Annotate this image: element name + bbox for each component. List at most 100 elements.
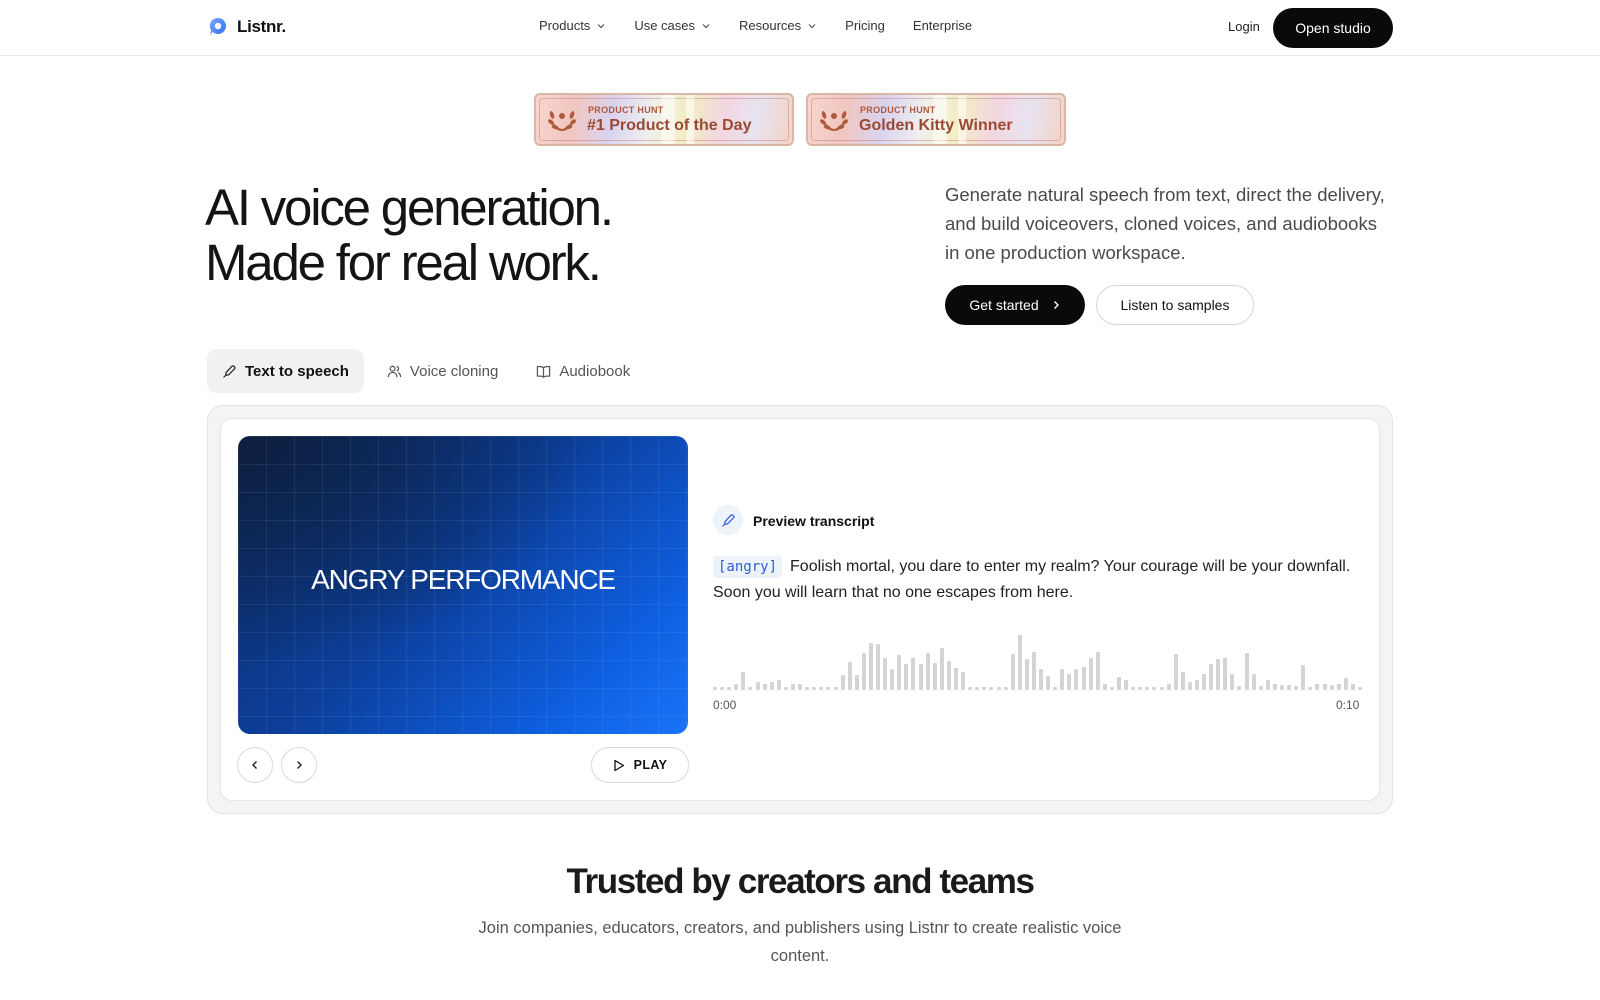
waveform-bar bbox=[883, 658, 888, 690]
tab-voice-cloning-label: Voice cloning bbox=[409, 362, 499, 380]
tab-text-to-speech-label: Text to speech bbox=[245, 362, 349, 380]
waveform-bar bbox=[982, 687, 987, 690]
laurel-icon bbox=[548, 111, 576, 131]
waveform-bar bbox=[939, 648, 944, 690]
waveform-bar bbox=[1024, 659, 1029, 690]
open-studio-button[interactable]: Open studio bbox=[1273, 8, 1393, 48]
waveform-bar bbox=[1010, 654, 1015, 690]
nav-enterprise[interactable]: Enterprise bbox=[913, 18, 972, 33]
waveform-bar bbox=[1272, 684, 1277, 690]
preview-transcript-heading: Preview transcript bbox=[753, 513, 875, 529]
waveform-bar bbox=[989, 687, 994, 690]
nav-pricing[interactable]: Pricing bbox=[845, 18, 885, 33]
chevron-right-icon bbox=[297, 761, 302, 769]
nav-products-label: Products bbox=[539, 18, 591, 33]
waveform-bar bbox=[720, 687, 725, 690]
brand-logo[interactable]: Listnr. bbox=[207, 16, 286, 38]
waveform-bar bbox=[1350, 684, 1355, 690]
hero-title-line-1: AI voice generation. bbox=[205, 179, 614, 236]
tab-text-to-speech[interactable]: Text to speech bbox=[207, 349, 364, 393]
chevron-left-icon bbox=[252, 761, 257, 769]
waveform-bar bbox=[812, 687, 817, 690]
waveform-bar bbox=[1039, 668, 1043, 690]
waveform-bar bbox=[890, 668, 895, 690]
top-navigation-bar: Listnr. Products Use cases Resources Pri… bbox=[0, 0, 1600, 56]
waveform-bar bbox=[1336, 683, 1341, 690]
hero-title: AI voice generation. Made for real work. bbox=[205, 180, 845, 290]
transcript-body: Foolish mortal, you dare to enter my rea… bbox=[713, 558, 1351, 601]
previous-sample-button[interactable] bbox=[237, 747, 273, 783]
badge-title: #1 Product of the Day bbox=[587, 117, 752, 134]
feature-tabs: Text to speech Voice cloning Audiobook bbox=[207, 349, 645, 393]
waveform-bar bbox=[798, 684, 802, 690]
waveform-bar bbox=[911, 658, 916, 690]
waveform-bar bbox=[713, 687, 717, 690]
waveform-bar bbox=[1074, 668, 1079, 690]
chevron-right-icon bbox=[1053, 301, 1059, 309]
pen-icon bbox=[721, 513, 734, 527]
audio-waveform[interactable] bbox=[713, 628, 1365, 690]
waveform-bar bbox=[805, 687, 810, 690]
chevron-down-icon bbox=[702, 23, 710, 28]
waveform-bar bbox=[1109, 687, 1114, 690]
waveform-bar bbox=[1216, 659, 1221, 690]
waveform-bar bbox=[1003, 687, 1008, 690]
video-caption: ANGRY PERFORMANCE bbox=[311, 564, 616, 595]
waveform-bar bbox=[1180, 671, 1185, 690]
next-sample-button[interactable] bbox=[281, 747, 317, 783]
waveform-bar bbox=[1237, 686, 1242, 690]
waveform-bar bbox=[1046, 676, 1051, 690]
nav-resources[interactable]: Resources bbox=[739, 18, 817, 33]
waveform-bar bbox=[748, 687, 753, 690]
play-label: PLAY bbox=[633, 758, 668, 772]
waveform-bar bbox=[1031, 651, 1036, 690]
waveform-bar bbox=[1202, 674, 1206, 690]
login-link[interactable]: Login bbox=[1228, 19, 1260, 34]
waveform-bar bbox=[1343, 677, 1348, 690]
badge-kicker: PRODUCT HUNT bbox=[860, 105, 936, 115]
waveform-bar bbox=[1194, 679, 1199, 690]
play-button[interactable]: PLAY bbox=[591, 747, 689, 783]
waveform-bar bbox=[1166, 684, 1171, 690]
nav-use-cases[interactable]: Use cases bbox=[634, 18, 711, 33]
waveform-bar bbox=[1294, 686, 1299, 690]
waveform-bar bbox=[1117, 676, 1121, 690]
waveform-bar bbox=[1053, 687, 1058, 690]
nav-pricing-label: Pricing bbox=[845, 18, 885, 33]
listen-to-samples-button[interactable]: Listen to samples bbox=[1096, 285, 1254, 325]
waveform-bar bbox=[1081, 667, 1086, 690]
nav-use-cases-label: Use cases bbox=[634, 18, 696, 33]
waveform-bar bbox=[1124, 679, 1128, 690]
waveform-bar bbox=[1131, 687, 1136, 690]
waveform-bar bbox=[762, 684, 767, 690]
waveform-bar bbox=[854, 674, 859, 690]
product-hunt-badge-product-of-day[interactable]: PRODUCT HUNT #1 Product of the Day bbox=[534, 93, 794, 146]
waveform-bar bbox=[734, 684, 739, 690]
listnr-logo-icon bbox=[209, 17, 227, 36]
waveform-bar bbox=[791, 683, 795, 690]
tab-audiobook[interactable]: Audiobook bbox=[521, 349, 645, 393]
waveform-bar bbox=[755, 681, 760, 690]
waveform-bar bbox=[1329, 685, 1334, 690]
waveform-bar bbox=[1067, 674, 1072, 690]
nav-products[interactable]: Products bbox=[539, 18, 606, 33]
waveform-bar bbox=[1322, 684, 1327, 690]
product-hunt-badge-golden-kitty[interactable]: PRODUCT HUNT Golden Kitty Winner bbox=[806, 93, 1066, 146]
waveform-bar bbox=[1223, 658, 1228, 690]
transcript-pen-icon bbox=[713, 505, 743, 535]
nav-enterprise-label: Enterprise bbox=[912, 18, 973, 33]
waveform-bar bbox=[819, 687, 824, 690]
tab-voice-cloning[interactable]: Voice cloning bbox=[372, 349, 513, 393]
waveform-bar bbox=[1315, 684, 1320, 690]
get-started-button[interactable]: Get started bbox=[945, 285, 1085, 325]
waveform-bar bbox=[1088, 657, 1093, 690]
waveform-bar bbox=[918, 664, 923, 690]
voice-preview-video[interactable]: ANGRY PERFORMANCE bbox=[238, 436, 688, 734]
transcript-text: [angry] Foolish mortal, you dare to enter… bbox=[713, 554, 1373, 606]
waveform-bar bbox=[1138, 687, 1143, 690]
waveform-bar bbox=[975, 687, 980, 690]
waveform-bar bbox=[1265, 679, 1270, 690]
play-icon bbox=[613, 759, 624, 771]
waveform-bar bbox=[847, 662, 852, 690]
waveform-bar bbox=[1230, 674, 1235, 690]
